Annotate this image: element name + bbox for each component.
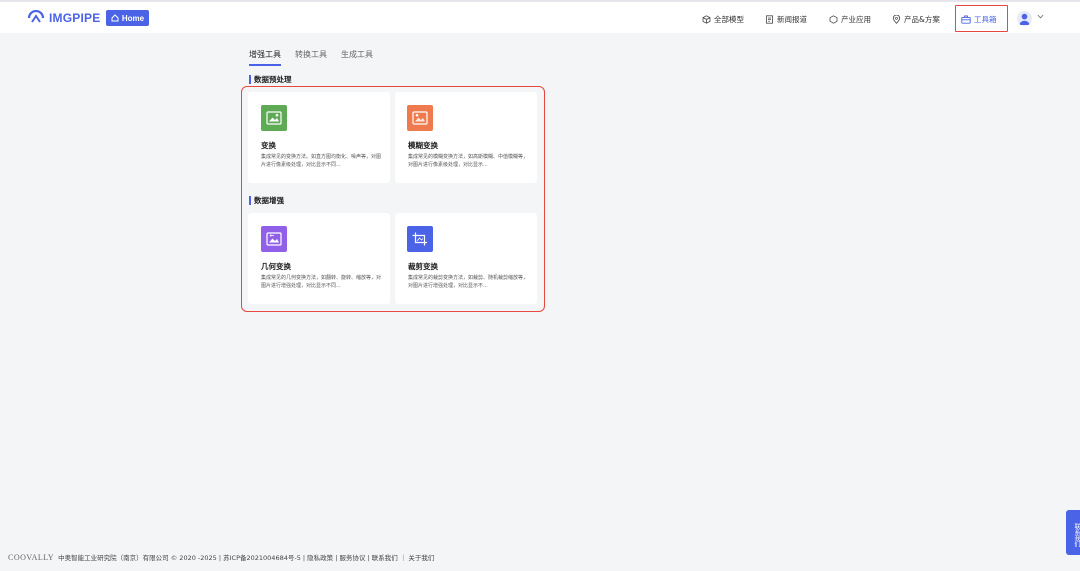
user-icon <box>1019 13 1030 25</box>
blurred-image-icon <box>407 105 433 131</box>
tab-convert-tools[interactable]: 转换工具 <box>295 49 327 66</box>
footer-brand: COOVALLY <box>8 552 55 562</box>
image-icon <box>261 105 287 131</box>
card-description: 集成常见的变换方法。如直方图均衡化、噪声等，对图片进行像素级处理，对比显示不同.… <box>261 154 382 168</box>
nav-news[interactable]: 新闻报道 <box>765 11 807 27</box>
card-title: 几何变换 <box>261 262 291 271</box>
contact-us-button[interactable]: 联系我们 <box>1066 510 1080 555</box>
top-navigation-bar: IMGPIPE Home 全部模型 新闻报道 产业应用 产品&方案 工具箱 <box>0 0 1080 33</box>
card-title: 裁剪变换 <box>408 262 438 271</box>
tool-card-geometric-transform[interactable]: 几何变换 集成常见的几何变换方法，如翻转、旋转、缩放等，对图片进行增强处理，对比… <box>248 213 390 304</box>
card-title: 变换 <box>261 141 276 150</box>
geometric-image-icon <box>261 226 287 252</box>
tool-card-blur-transform[interactable]: 模糊变换 集成常见的模糊变换方法，如高斯模糊、中值模糊等，对图片进行像素级处理，… <box>395 92 537 183</box>
nav-products[interactable]: 产品&方案 <box>892 11 940 27</box>
home-button[interactable]: Home <box>106 10 149 26</box>
document-icon <box>766 14 773 24</box>
home-icon <box>111 14 119 22</box>
chevron-down-icon[interactable] <box>1037 14 1044 19</box>
logo-text: IMGPIPE <box>49 11 101 25</box>
section-title-preprocess: 数据预处理 <box>249 75 292 84</box>
nav-all-models[interactable]: 全部模型 <box>702 11 744 27</box>
card-title: 模糊变换 <box>408 141 438 150</box>
location-pin-icon <box>892 14 901 24</box>
tool-card-crop-transform[interactable]: 裁剪变换 集成常见的裁剪变换方法，如裁剪、随机裁剪缩放等，对图片进行增强处理，对… <box>395 213 537 304</box>
hexagon-icon <box>829 14 838 24</box>
user-avatar[interactable] <box>1017 11 1032 26</box>
nav-label: 全部模型 <box>714 14 744 24</box>
card-description: 集成常见的裁剪变换方法，如裁剪、随机裁剪缩放等，对图片进行增强处理，对比显示不.… <box>408 275 529 289</box>
home-label: Home <box>121 13 145 23</box>
nav-label: 产品&方案 <box>904 14 940 24</box>
nav-industry[interactable]: 产业应用 <box>829 11 871 27</box>
toolbox-highlight-frame <box>955 5 1008 32</box>
card-description: 集成常见的几何变换方法，如翻转、旋转、缩放等，对图片进行增强处理，对比显示不同.… <box>261 275 382 289</box>
section-title-augment: 数据增强 <box>249 196 284 205</box>
cube-icon <box>702 14 711 24</box>
tab-generate-tools[interactable]: 生成工具 <box>341 49 373 66</box>
tab-enhance-tools[interactable]: 增强工具 <box>249 49 281 66</box>
page-footer: COOVALLY 中奥智能工业研究院（南京）有限公司 © 2020 -2025 … <box>8 552 434 563</box>
crop-icon <box>407 226 433 252</box>
tool-card-transform[interactable]: 变换 集成常见的变换方法。如直方图均衡化、噪声等，对图片进行像素级处理，对比显示… <box>248 92 390 183</box>
logo-mark-icon <box>27 10 45 23</box>
footer-links[interactable]: 中奥智能工业研究院（南京）有限公司 © 2020 -2025 | 苏ICP备20… <box>58 552 434 562</box>
tool-tabs: 增强工具 转换工具 生成工具 <box>249 49 373 66</box>
imgpipe-logo[interactable]: IMGPIPE <box>27 10 100 26</box>
nav-label: 产业应用 <box>841 14 871 24</box>
nav-label: 新闻报道 <box>777 14 807 24</box>
card-description: 集成常见的模糊变换方法，如高斯模糊、中值模糊等，对图片进行像素级处理，对比显示.… <box>408 154 529 168</box>
